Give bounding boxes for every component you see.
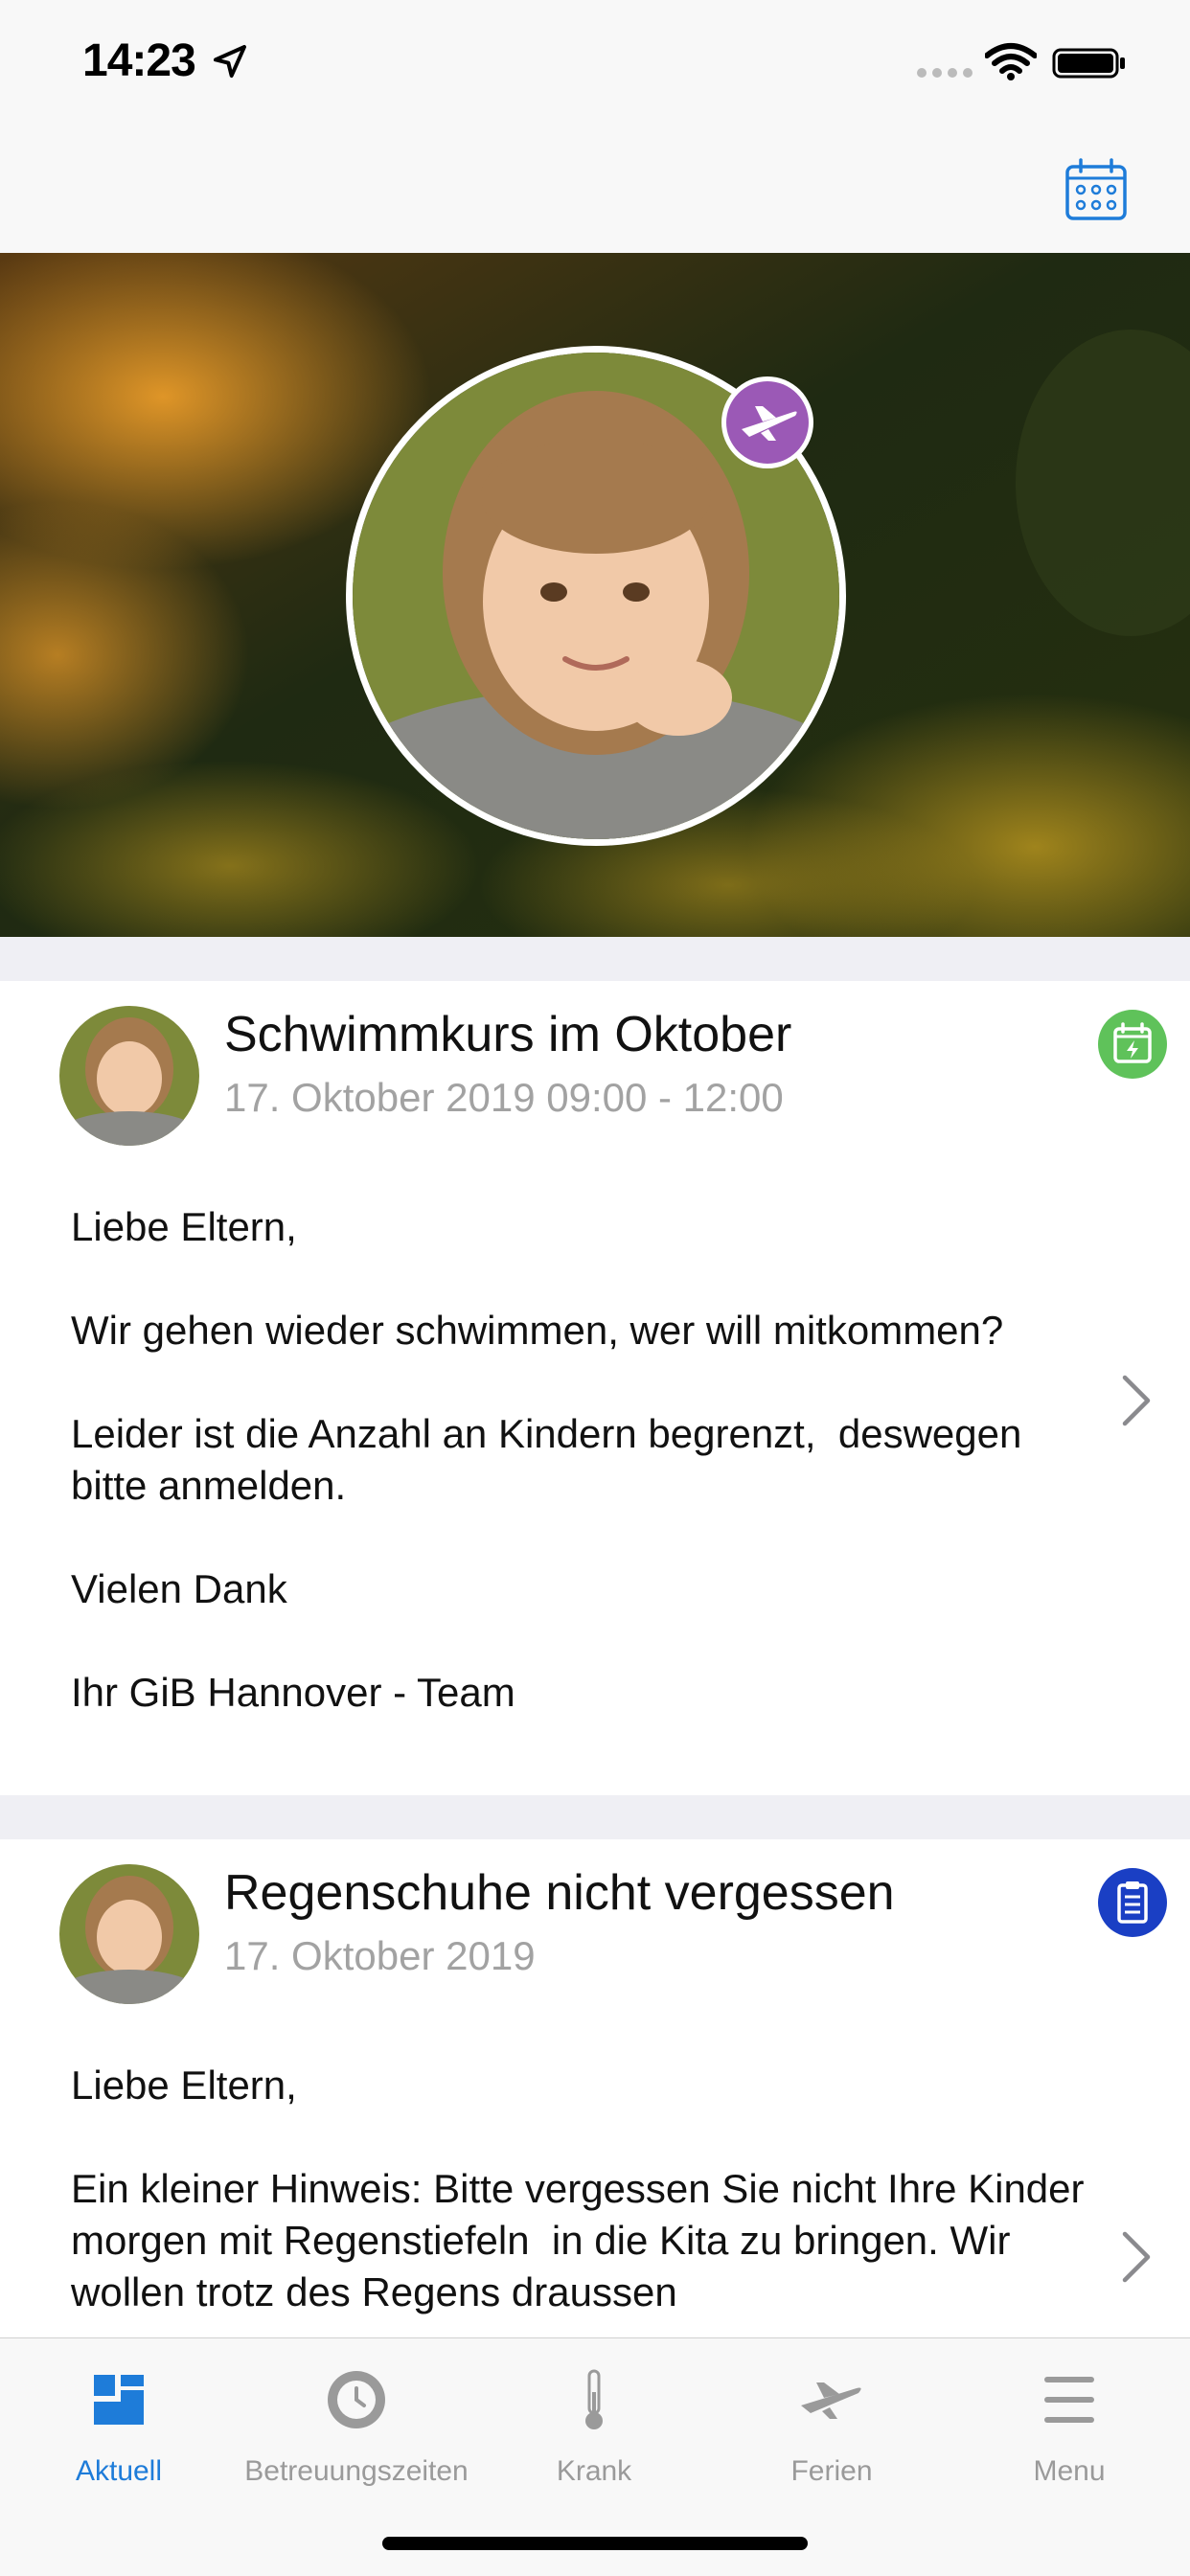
news-card[interactable]: Regenschuhe nicht vergessen 17. Oktober … <box>0 1839 1190 2337</box>
tab-label: Menu <box>1033 2455 1106 2487</box>
note-type-badge <box>1098 1868 1167 1937</box>
post-date: 17. Oktober 2019 <box>224 1933 536 1978</box>
avatar <box>59 1006 199 1146</box>
location-arrow-icon <box>214 45 246 78</box>
status-time: 14:23 <box>82 35 196 86</box>
tab-label: Aktuell <box>75 2455 163 2487</box>
event-type-badge <box>1098 1010 1167 1079</box>
chevron-right-icon[interactable] <box>1119 2228 1154 2286</box>
wifi-icon <box>985 43 1037 80</box>
tab-aktuell[interactable]: Aktuell <box>0 2338 238 2511</box>
tab-label: Ferien <box>790 2455 873 2487</box>
tab-betreuungszeiten[interactable]: Betreuungszeiten <box>238 2338 475 2511</box>
post-date: 17. Oktober 2019 09:00 - 12:00 <box>224 1075 784 1120</box>
clock-icon <box>328 2371 385 2428</box>
profile-header <box>0 253 1190 937</box>
navigation-bar <box>0 126 1190 254</box>
airplane-icon <box>742 406 797 441</box>
thermometer-icon <box>585 2369 603 2429</box>
status-bar: 14:23 <box>0 0 1190 126</box>
tab-menu[interactable]: Menu <box>950 2338 1188 2511</box>
tab-krank[interactable]: Krank <box>475 2338 713 2511</box>
child-avatar-image <box>59 1864 199 2004</box>
calendar-icon[interactable] <box>1064 157 1129 222</box>
tab-label: Betreuungszeiten <box>244 2455 469 2487</box>
cellular-signal-icon <box>917 68 973 78</box>
chevron-right-icon[interactable] <box>1119 1372 1154 1429</box>
vacation-status-badge <box>726 381 809 464</box>
news-card[interactable]: Schwimmkurs im Oktober 17. Oktober 2019 … <box>0 981 1190 1795</box>
home-indicator <box>382 2537 808 2550</box>
battery-icon <box>1052 48 1125 79</box>
clipboard-icon <box>1117 1881 1148 1924</box>
tab-ferien[interactable]: Ferien <box>713 2338 950 2511</box>
post-body: Liebe Eltern, Wir gehen wieder schwimmen… <box>71 1204 1022 1715</box>
hamburger-menu-icon <box>1044 2377 1094 2423</box>
post-title: Regenschuhe nicht vergessen <box>224 1865 895 1921</box>
tab-label: Krank <box>556 2455 632 2487</box>
calendar-event-icon <box>1113 1022 1152 1063</box>
dashboard-icon <box>94 2375 144 2425</box>
airplane-icon <box>801 2382 861 2419</box>
child-avatar-image <box>59 1006 199 1146</box>
post-title: Schwimmkurs im Oktober <box>224 1007 792 1062</box>
post-body: Liebe Eltern, Ein kleiner Hinweis: Bitte… <box>71 2063 1085 2314</box>
avatar <box>59 1864 199 2004</box>
